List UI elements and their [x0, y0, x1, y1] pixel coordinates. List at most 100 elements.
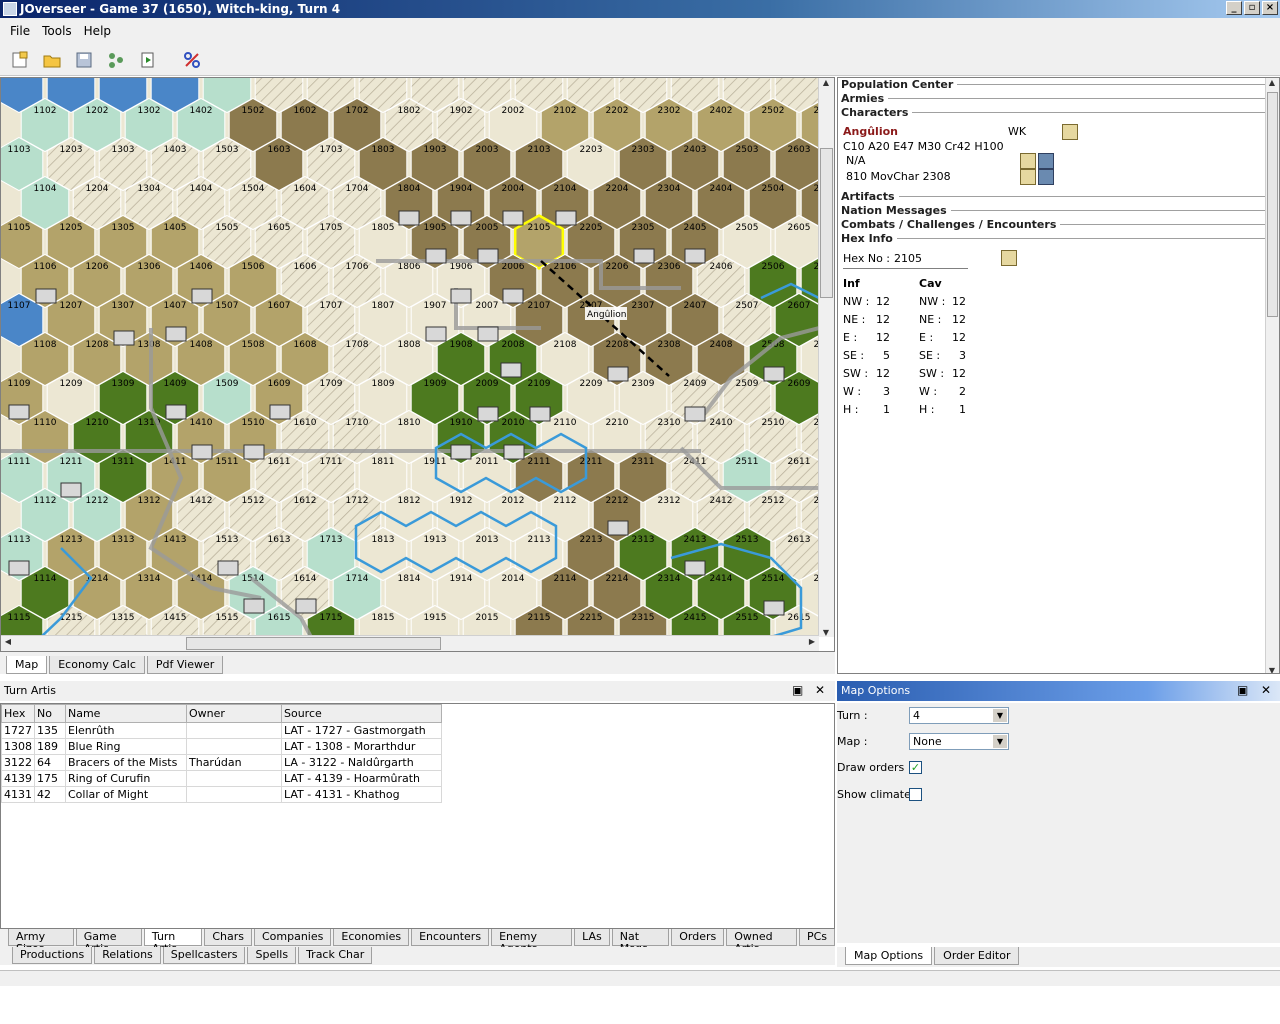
scroll-up-icon[interactable]: ▲ — [1266, 78, 1278, 87]
population-center-icon[interactable] — [529, 406, 551, 422]
edit-order-2-icon[interactable] — [1020, 169, 1036, 185]
draw-orders-checkbox[interactable]: ✓ — [909, 761, 922, 774]
tab-orders[interactable]: Orders — [671, 929, 725, 946]
tab-encounters[interactable]: Encounters — [411, 929, 490, 946]
info-vscroll-thumb[interactable] — [1267, 92, 1278, 317]
float-panel-icon[interactable]: ▣ — [792, 684, 803, 696]
section-population-center[interactable]: Population Center — [841, 78, 1266, 91]
tab-spells[interactable]: Spells — [247, 947, 297, 964]
table-row[interactable]: 4131 42 Collar of Might LAT - 4131 - Khatho… — [1, 786, 442, 803]
draw-order-2-icon[interactable] — [1038, 169, 1054, 185]
population-center-icon[interactable] — [8, 404, 30, 420]
tab-pcs[interactable]: PCs — [798, 929, 836, 946]
section-characters[interactable]: Characters — [841, 106, 1266, 119]
character-menu-icon[interactable] — [1062, 124, 1078, 140]
info-vertical-scrollbar[interactable]: ▲ ▼ — [1265, 78, 1279, 673]
population-center-icon[interactable] — [8, 560, 30, 576]
new-game-button[interactable] — [8, 48, 32, 72]
population-center-icon[interactable] — [763, 600, 785, 616]
section-combats[interactable]: Combats / Challenges / Encounters — [841, 218, 1266, 231]
float-panel-icon[interactable]: ▣ — [1237, 684, 1248, 696]
scroll-up-icon[interactable]: ▲ — [819, 78, 833, 87]
col-source[interactable]: Source — [281, 704, 442, 723]
population-center-icon[interactable] — [425, 326, 447, 342]
tab-army-sizes[interactable]: Army Sizes — [8, 929, 74, 955]
hex-map[interactable]: 1101120113011401150116011701180119012001… — [1, 78, 819, 637]
scroll-down-icon[interactable]: ▼ — [1266, 666, 1278, 673]
draw-order-1-icon[interactable] — [1038, 153, 1054, 169]
population-center-icon[interactable] — [633, 248, 655, 264]
population-center-icon[interactable] — [243, 598, 265, 614]
tab-track-char[interactable]: Track Char — [298, 947, 373, 964]
map-vertical-scrollbar[interactable]: ▲ ▼ — [818, 78, 834, 637]
tab-chars[interactable]: Chars — [204, 929, 252, 946]
population-center-icon[interactable] — [684, 406, 706, 422]
section-armies[interactable]: Armies — [841, 92, 1266, 105]
table-row[interactable]: 3122 64 Bracers of the Mists Tharúdan LA - 3… — [1, 754, 442, 771]
population-center-icon[interactable] — [450, 444, 472, 460]
scroll-left-icon[interactable]: ◀ — [1, 637, 15, 646]
population-center-icon[interactable] — [763, 366, 785, 382]
population-center-icon[interactable] — [295, 598, 317, 614]
character-map-label[interactable]: Angûlion — [585, 307, 627, 320]
open-button[interactable] — [40, 48, 64, 72]
import-button[interactable] — [104, 48, 128, 72]
population-center-icon[interactable] — [450, 288, 472, 304]
tab-enemy-agents[interactable]: Enemy Agents — [491, 929, 573, 955]
turn-select[interactable]: 4 ▼ — [909, 707, 1009, 724]
population-center-icon[interactable] — [398, 210, 420, 226]
population-center-icon[interactable] — [477, 406, 499, 422]
tab-map[interactable]: Map — [6, 656, 48, 674]
population-center-icon[interactable] — [425, 248, 447, 264]
population-center-icon[interactable] — [477, 248, 499, 264]
map-horizontal-scrollbar[interactable]: ◀ ▶ — [1, 635, 819, 651]
population-center-icon[interactable] — [191, 288, 213, 304]
population-center-icon[interactable] — [243, 444, 265, 460]
tab-owned-artis[interactable]: Owned Artis — [726, 929, 797, 955]
population-center-icon[interactable] — [113, 330, 135, 346]
tab-pdf-viewer[interactable]: Pdf Viewer — [146, 656, 224, 674]
table-row[interactable]: 1308 189 Blue Ring LAT - 1308 - Morarthdur — [1, 738, 442, 755]
menu-file[interactable]: File — [4, 24, 36, 38]
scroll-down-icon[interactable]: ▼ — [819, 628, 833, 637]
population-center-icon[interactable] — [35, 288, 57, 304]
population-center-icon[interactable] — [191, 444, 213, 460]
population-center-icon[interactable] — [502, 288, 524, 304]
table-row[interactable]: 1727 135 Elenrûth LAT - 1727 - Gastmorgath — [1, 722, 442, 739]
population-center-icon[interactable] — [607, 520, 629, 536]
col-name[interactable]: Name — [65, 704, 187, 723]
edit-order-1-icon[interactable] — [1020, 153, 1036, 169]
tools-button[interactable] — [180, 48, 204, 72]
population-center-icon[interactable] — [477, 326, 499, 342]
population-center-icon[interactable] — [684, 248, 706, 264]
population-center-icon[interactable] — [607, 366, 629, 382]
maximize-button[interactable]: ▫ — [1244, 1, 1260, 15]
col-hex[interactable]: Hex — [1, 704, 35, 723]
population-center-icon[interactable] — [60, 482, 82, 498]
section-nation-messages[interactable]: Nation Messages — [841, 204, 1266, 217]
map-vscroll-thumb[interactable] — [820, 148, 833, 298]
close-panel-icon[interactable]: ✕ — [815, 684, 825, 696]
show-climate-checkbox[interactable] — [909, 788, 922, 801]
col-no[interactable]: No — [34, 704, 66, 723]
tab-spellcasters[interactable]: Spellcasters — [162, 947, 246, 964]
close-panel-icon[interactable]: ✕ — [1261, 684, 1271, 696]
map-canvas[interactable]: 1101120113011401150116011701180119012001… — [1, 78, 819, 637]
population-center-icon[interactable] — [500, 362, 522, 378]
tab-map-options[interactable]: Map Options — [845, 947, 933, 965]
tab-las[interactable]: LAs — [574, 929, 610, 946]
tab-economy-calc[interactable]: Economy Calc — [49, 656, 145, 674]
population-center-icon[interactable] — [450, 210, 472, 226]
map-hscroll-thumb[interactable] — [186, 637, 441, 650]
tab-nat-msgs[interactable]: Nat Msgs — [611, 929, 670, 955]
tab-relations[interactable]: Relations — [94, 947, 161, 964]
map-select[interactable]: None ▼ — [909, 733, 1009, 750]
character-name[interactable]: Angûlion — [843, 125, 898, 138]
population-center-icon[interactable] — [165, 326, 187, 342]
menu-help[interactable]: Help — [78, 24, 117, 38]
population-center-icon[interactable] — [503, 444, 525, 460]
hex-menu-icon[interactable] — [1001, 250, 1017, 266]
section-artifacts[interactable]: Artifacts — [841, 190, 1266, 203]
tab-economies[interactable]: Economies — [333, 929, 410, 946]
save-button[interactable] — [72, 48, 96, 72]
